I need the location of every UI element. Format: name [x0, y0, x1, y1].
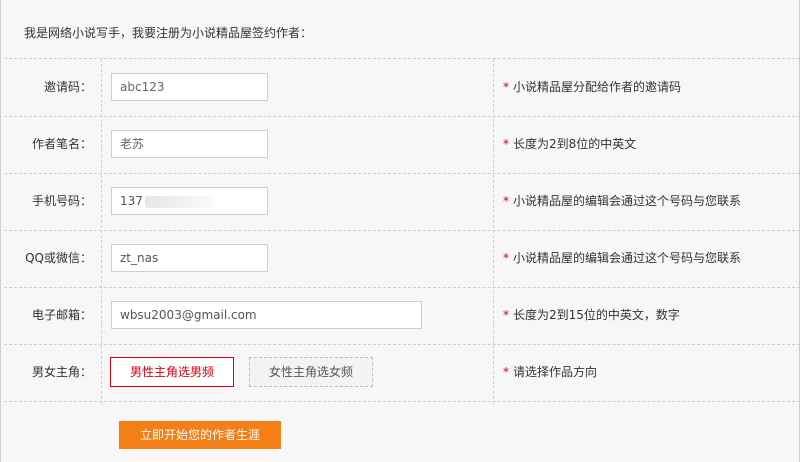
redacted-digits: [144, 195, 215, 208]
required-mark: *: [503, 137, 509, 151]
male-lead-option[interactable]: 男性主角选男频: [110, 357, 234, 387]
email-hint: * 长度为2到15位的中英文，数字: [503, 287, 680, 344]
invite-code-label: 邀请码：: [43, 80, 92, 94]
pen-name-input[interactable]: 老苏: [111, 130, 268, 158]
phone-input[interactable]: 137: [111, 187, 268, 215]
required-mark: *: [503, 194, 509, 208]
female-lead-option[interactable]: 女性主角选女频: [249, 357, 373, 387]
required-mark: *: [503, 251, 509, 265]
required-mark: *: [503, 308, 509, 322]
protagonist-hint: * 请选择作品方向: [503, 344, 597, 401]
intro-text: 我是网络小说写手，我要注册为小说精品屋签约作者：: [24, 26, 313, 40]
qq-wechat-input[interactable]: zt_nas: [111, 244, 268, 272]
pen-name-hint-text: 长度为2到8位的中英文: [513, 137, 637, 151]
pen-name-hint: * 长度为2到8位的中英文: [503, 116, 636, 173]
pen-name-label: 作者笔名：: [31, 137, 92, 151]
phone-value: 137: [120, 194, 143, 208]
qq-wechat-label: QQ或微信：: [25, 251, 92, 265]
qq-wechat-hint: * 小说精品屋的编辑会通过这个号码与您联系: [503, 230, 741, 287]
form-row-protagonist: 男女主角： 男性主角选男频 女性主角选女频 * 请选择作品方向: [4, 344, 800, 402]
form-row-pen-name: 作者笔名： 老苏 * 长度为2到8位的中英文: [4, 116, 800, 174]
invite-code-hint-text: 小说精品屋分配给作者的邀请码: [513, 80, 682, 94]
form-row-invite-code: 邀请码： abc123 * 小说精品屋分配给作者的邀请码: [4, 59, 800, 117]
email-hint-text: 长度为2到15位的中英文，数字: [513, 308, 680, 322]
form-row-email: 电子邮箱： wbsu2003@gmail.com * 长度为2到15位的中英文，数…: [4, 287, 800, 345]
invite-code-input[interactable]: abc123: [111, 73, 268, 101]
qq-wechat-hint-text: 小说精品屋的编辑会通过这个号码与您联系: [513, 251, 742, 265]
submit-button[interactable]: 立即开始您的作者生涯: [119, 421, 281, 449]
form-row-phone: 手机号码： 137 * 小说精品屋的编辑会通过这个号码与您联系: [4, 173, 800, 231]
email-input[interactable]: wbsu2003@gmail.com: [111, 301, 422, 329]
phone-hint: * 小说精品屋的编辑会通过这个号码与您联系: [503, 173, 741, 230]
invite-code-hint: * 小说精品屋分配给作者的邀请码: [503, 59, 681, 116]
form-row-qq-wechat: QQ或微信： zt_nas * 小说精品屋的编辑会通过这个号码与您联系: [4, 230, 800, 288]
protagonist-label: 男女主角：: [31, 365, 92, 379]
registration-form: 邀请码： abc123 * 小说精品屋分配给作者的邀请码 作者笔名： 老苏 * 长度…: [4, 58, 800, 404]
phone-label: 手机号码：: [31, 194, 92, 208]
required-mark: *: [503, 365, 509, 379]
email-label: 电子邮箱：: [31, 308, 92, 322]
protagonist-hint-text: 请选择作品方向: [513, 365, 598, 379]
phone-hint-text: 小说精品屋的编辑会通过这个号码与您联系: [513, 194, 742, 208]
required-mark: *: [503, 80, 509, 94]
